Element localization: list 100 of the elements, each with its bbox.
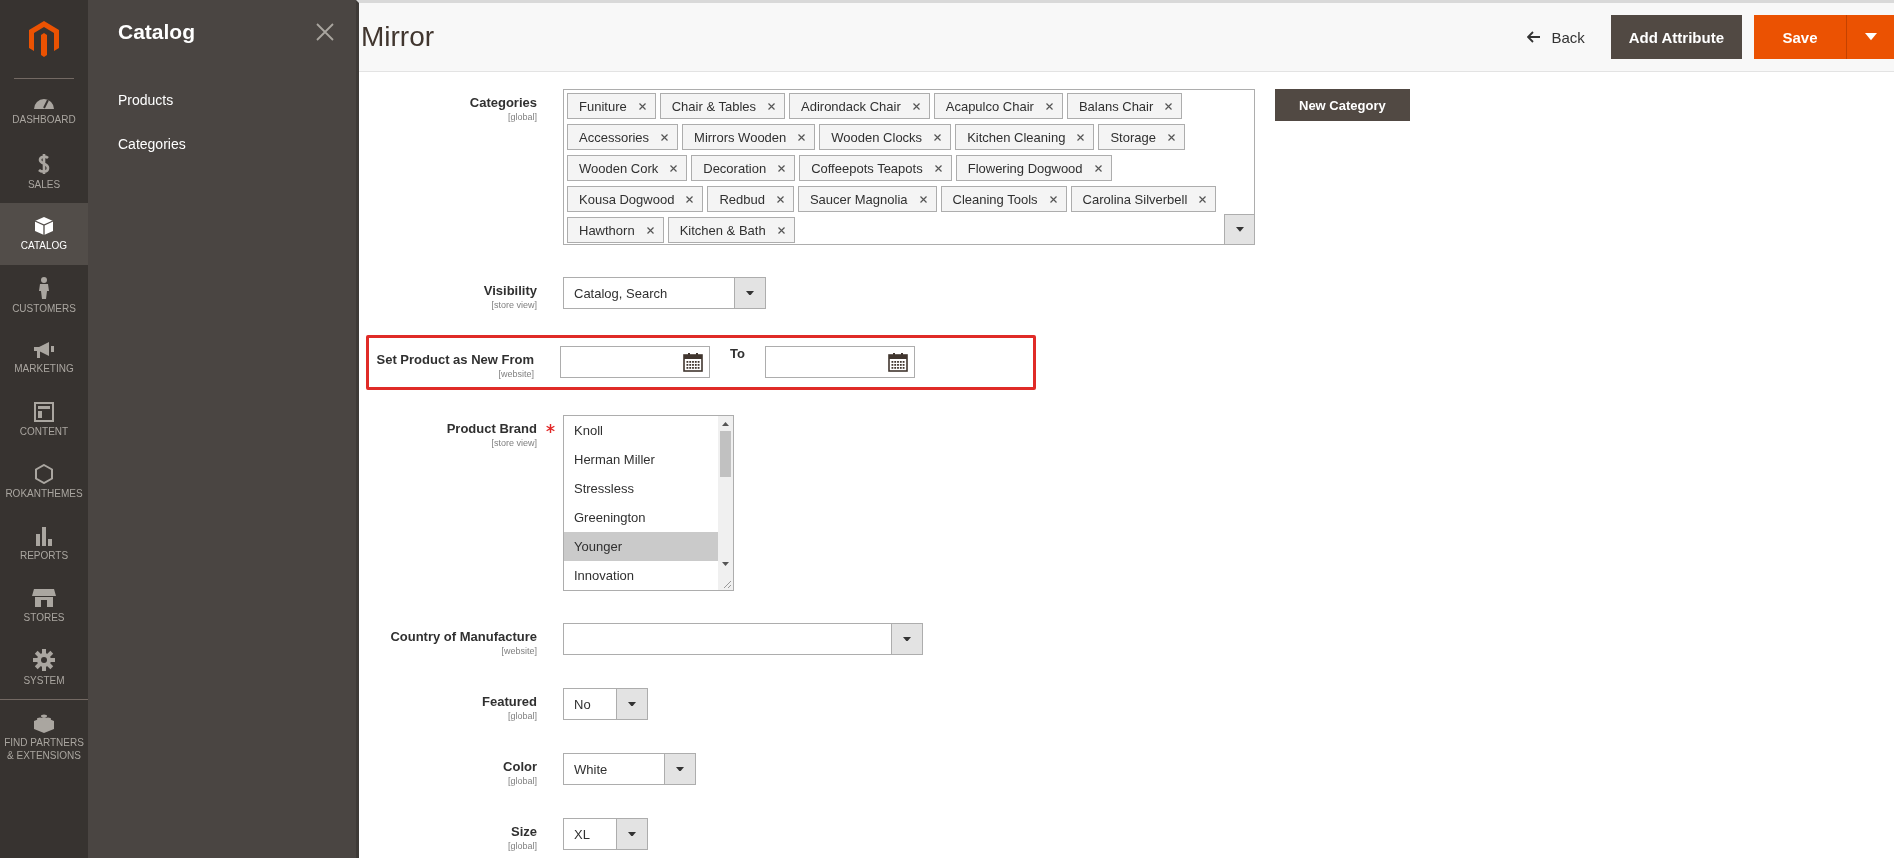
page-title: Mirror [361,21,436,53]
caret-icon [1235,227,1244,232]
select-field[interactable]: XL [563,818,648,850]
remove-icon[interactable] [1165,102,1173,110]
blocks-icon [33,712,55,733]
remove-icon[interactable] [646,226,654,234]
category-tag[interactable]: Hawthorn [567,217,664,243]
box-icon [34,216,54,236]
remove-icon[interactable] [768,102,775,110]
scrollbar[interactable] [718,416,733,590]
save-options-button[interactable] [1846,15,1894,59]
remove-icon[interactable] [919,195,927,203]
megaphone-icon [33,341,55,359]
brand-option[interactable]: Innovation [564,561,718,590]
field-label: Set Product as New From [376,352,534,367]
category-tag[interactable]: Decoration [691,155,796,181]
nav-item[interactable]: SYSTEM [0,637,88,699]
remove-icon[interactable] [778,164,786,172]
category-tag[interactable]: Wooden Clocks [819,124,952,150]
nav-item[interactable]: DASHBOARD [0,79,88,141]
remove-icon[interactable] [798,133,806,141]
calendar-icon[interactable] [683,352,703,372]
category-tag[interactable]: Balans Chair [1066,93,1183,119]
nav-item[interactable]: CATALOG [0,203,88,265]
select-field[interactable]: White [563,753,696,785]
category-tag[interactable]: Acapulco Chair [933,93,1063,119]
field-label: Color [503,759,537,774]
select-field[interactable]: No [563,688,648,720]
select-value: Catalog, Search [573,284,669,303]
date-field[interactable] [560,346,710,378]
brand-option[interactable]: Stressless [564,474,718,503]
nav-item[interactable]: STORES [0,575,88,637]
category-tag[interactable]: Funiture [567,93,656,119]
remove-icon[interactable] [1077,133,1085,141]
category-tag[interactable]: Coffeepots Teapots [799,155,952,181]
remove-icon[interactable] [912,102,920,110]
category-tag[interactable]: Kitchen Cleaning [955,124,1095,150]
remove-icon[interactable] [776,195,784,203]
close-icon[interactable] [316,23,334,41]
scope-label: [global] [507,711,537,721]
field-label: Size [511,824,537,839]
category-tag[interactable]: Kousa Dogwood [567,186,704,212]
remove-icon[interactable] [1045,102,1053,110]
nav-item[interactable]: CUSTOMERS [0,265,88,327]
remove-icon[interactable] [670,164,678,172]
scope-label: [store view] [491,300,537,310]
dropdown-button[interactable] [1224,214,1254,244]
back-link[interactable]: Back [1527,28,1585,46]
calendar-icon[interactable] [887,352,908,372]
field-label: Featured [482,694,537,709]
new-category-button[interactable]: New Category [1275,89,1410,121]
logo-icon[interactable] [29,21,59,57]
category-tag[interactable]: Storage [1098,124,1185,150]
add-attribute-button[interactable]: Add Attribute [1610,15,1742,59]
category-multiselect[interactable] [563,89,1255,245]
caret-icon [903,636,911,642]
remove-icon[interactable] [1199,195,1207,203]
remove-icon[interactable] [934,133,942,141]
date-field[interactable] [764,346,915,378]
scope-label: [website] [498,369,534,379]
category-tag[interactable]: Wooden Cork [567,155,688,181]
store-icon [32,588,56,608]
select-field[interactable]: Catalog, Search [563,277,766,309]
flyout-link[interactable]: Products [118,78,174,122]
remove-icon[interactable] [1049,195,1057,203]
remove-icon[interactable] [661,133,669,141]
save-button[interactable]: Save [1754,15,1846,59]
category-tag[interactable]: Accessories [567,124,679,150]
nav-item[interactable]: REPORTS [0,513,88,575]
category-tag[interactable]: Cleaning Tools [940,186,1067,212]
nav-item[interactable]: ROKANTHEMES [0,451,88,513]
caret-icon [628,701,636,707]
nav-item[interactable]: SALES [0,141,88,203]
field-label: Product Brand [446,421,537,436]
category-tag[interactable]: Kitchen & Bath [667,217,795,243]
hexagon-icon [35,464,53,484]
category-tag[interactable]: Flowering Dogwood [955,155,1112,181]
category-tag[interactable]: Carolina Silverbell [1070,186,1217,212]
brand-option[interactable]: Knoll [564,416,718,445]
remove-icon[interactable] [777,226,785,234]
nav-item[interactable]: CONTENT [0,389,88,451]
category-tag[interactable]: Saucer Magnolia [797,186,937,212]
remove-icon[interactable] [686,195,694,203]
category-tag[interactable]: Adirondack Chair [789,93,930,119]
category-tag[interactable]: Redbud [707,186,794,212]
category-tag[interactable]: Mirrors Wooden [682,124,816,150]
nav-item[interactable]: MARKETING [0,327,88,389]
remove-icon[interactable] [1094,164,1102,172]
brand-option[interactable]: Younger [564,532,718,561]
select-field[interactable] [563,623,923,655]
brand-listbox[interactable]: Knoll Herman Miller Stressless Greenington Younger Innovation [563,415,734,591]
brand-option[interactable]: Greenington [564,503,718,532]
flyout-link[interactable]: Categories [118,122,186,166]
category-tag[interactable]: Chair & Tables [659,93,785,119]
select-value: No [573,695,592,714]
field-label: Visibility [483,283,537,298]
remove-icon[interactable] [638,102,646,110]
remove-icon[interactable] [934,164,942,172]
brand-option[interactable]: Herman Miller [564,445,718,474]
remove-icon[interactable] [1167,133,1175,141]
